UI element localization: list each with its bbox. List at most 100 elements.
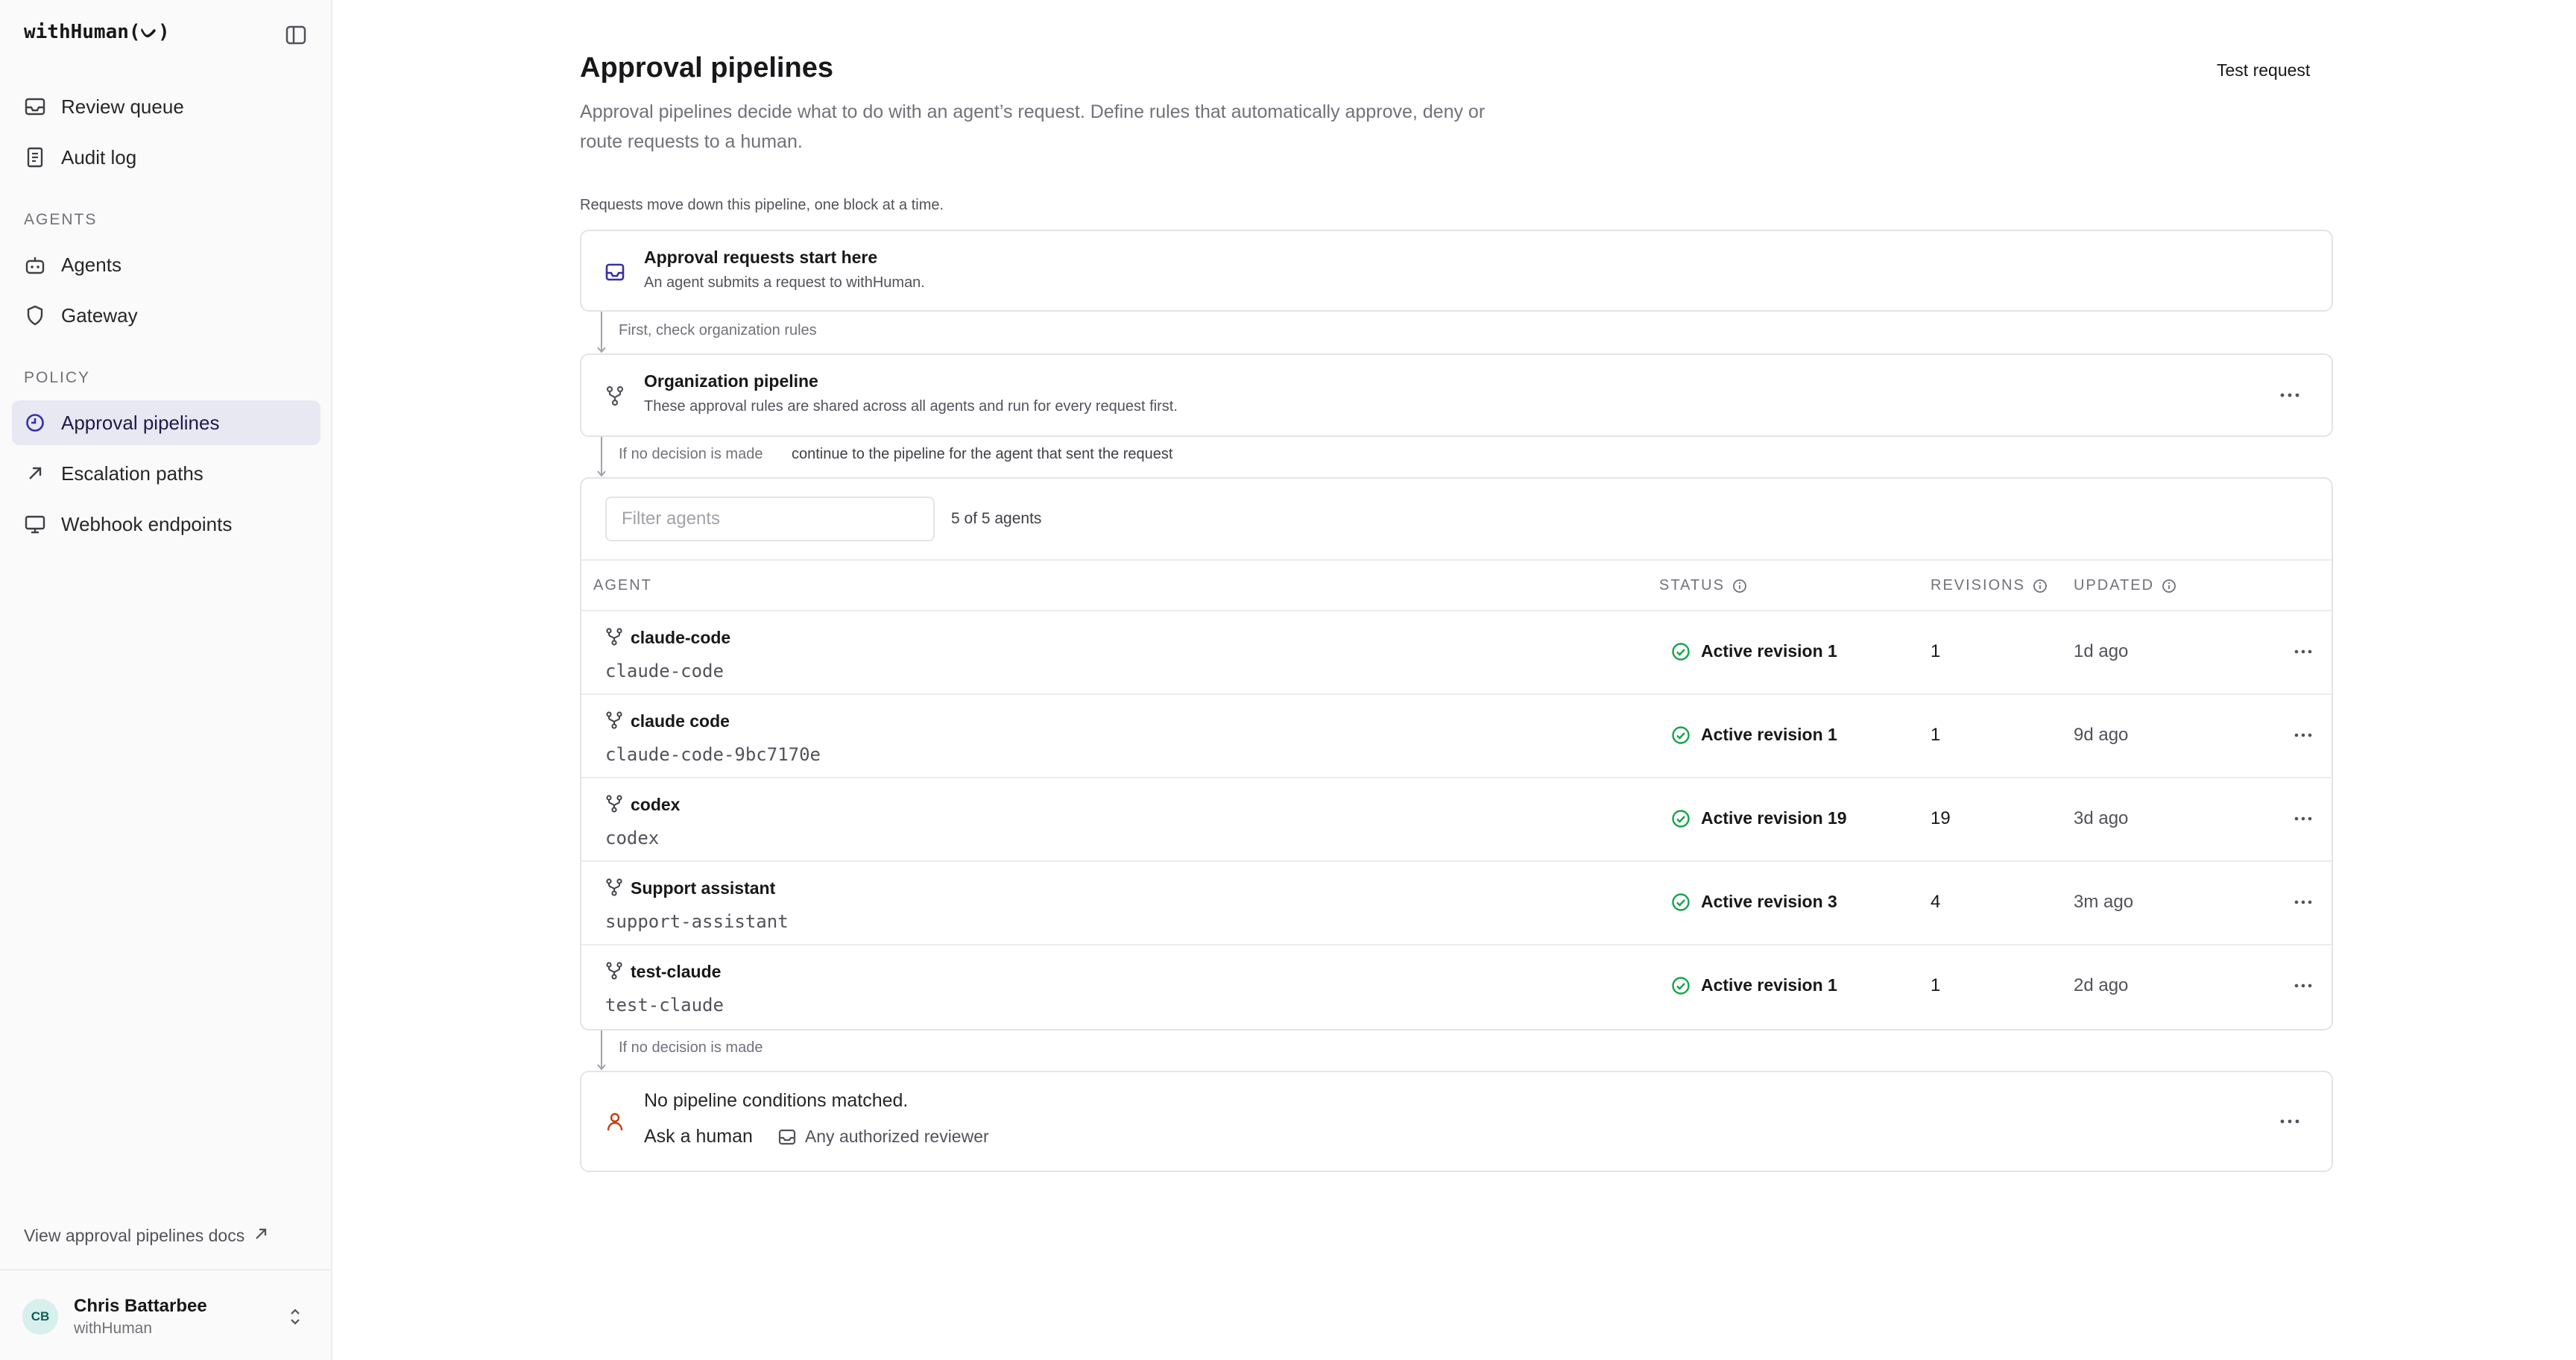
- reviewer-label: Any authorized reviewer: [804, 1127, 989, 1146]
- agent-name[interactable]: codex: [631, 795, 680, 815]
- reviewer-badge: Any authorized reviewer: [778, 1127, 989, 1147]
- updated-time: 2d ago: [2074, 975, 2129, 995]
- table-row[interactable]: Support assistant support-assistant Acti…: [581, 862, 2332, 945]
- updated-time: 3d ago: [2074, 808, 2129, 828]
- org-pipeline-title: Organization pipeline: [644, 371, 818, 391]
- connector-condition: If no decision is made: [619, 446, 763, 462]
- table-row[interactable]: codex codex Active revision 19 19 3d ago: [581, 778, 2332, 862]
- more-options-icon[interactable]: [2288, 971, 2318, 1001]
- status-label: Active revision 1: [1701, 641, 1837, 661]
- branch-icon: [606, 962, 622, 980]
- check-circle-icon: [1672, 725, 1690, 744]
- page-title: Approval pipelines: [580, 52, 833, 84]
- agent-name[interactable]: Support assistant: [631, 878, 775, 898]
- table-header: AGENT STATUS REVISIONS UPDATED: [581, 559, 2332, 611]
- filter-agents-input[interactable]: [605, 497, 935, 541]
- sidebar: withHuman(ᨆ) Review queue Audit log AGEN…: [0, 0, 332, 1360]
- more-options-icon[interactable]: [2275, 1106, 2305, 1136]
- more-options-icon[interactable]: [2288, 637, 2318, 667]
- branch-icon: [606, 878, 622, 896]
- agent-name[interactable]: claude code: [631, 711, 730, 731]
- branch-icon: [604, 385, 626, 407]
- docs-link-label: View approval pipelines docs: [24, 1226, 245, 1245]
- start-card: Approval requests start here An agent su…: [580, 230, 2333, 312]
- sidebar-toggle-icon[interactable]: [283, 22, 309, 48]
- page-description: Approval pipelines decide what to do wit…: [580, 101, 1486, 152]
- sidebar-item-label: Escalation paths: [61, 462, 203, 485]
- column-updated: UPDATED: [2074, 577, 2176, 594]
- table-row[interactable]: test-claude test-claude Active revision …: [581, 945, 2332, 1029]
- sidebar-item-label: Audit log: [61, 145, 137, 169]
- sidebar-item-label: Approval pipelines: [61, 411, 220, 434]
- arrow-down-icon: [597, 1064, 606, 1071]
- app-logo[interactable]: withHuman(ᨆ): [24, 21, 170, 44]
- sidebar-item-label: Agents: [61, 253, 121, 276]
- user-menu[interactable]: CB Chris Battarbee withHuman: [0, 1269, 331, 1360]
- updated-time: 3m ago: [2074, 892, 2134, 912]
- updated-time: 9d ago: [2074, 725, 2129, 745]
- org-pipeline-card[interactable]: Organization pipeline These approval rul…: [580, 353, 2333, 437]
- section-label-policy: POLICY: [24, 369, 91, 386]
- table-row[interactable]: claude code claude-code-9bc7170e Active …: [581, 695, 2332, 778]
- shield-icon: [24, 304, 46, 327]
- revision-count: 1: [1931, 641, 1941, 661]
- fallback-action: Ask a human: [644, 1126, 753, 1147]
- branch-icon: [606, 711, 622, 729]
- fallback-card[interactable]: No pipeline conditions matched. Ask a hu…: [580, 1071, 2333, 1172]
- inbox-icon: [24, 95, 46, 118]
- agents-table-card: 5 of 5 agents AGENT STATUS REVISIONS UPD…: [580, 477, 2333, 1030]
- inbox-icon: [604, 261, 626, 283]
- sidebar-item-gateway[interactable]: Gateway: [12, 293, 321, 338]
- connector-label: First, check organization rules: [619, 322, 817, 339]
- docs-link[interactable]: View approval pipelines docs: [24, 1226, 268, 1246]
- table-row[interactable]: claude-code claude-code Active revision …: [581, 611, 2332, 695]
- sidebar-item-escalation-paths[interactable]: Escalation paths: [12, 451, 321, 496]
- updated-time: 1d ago: [2074, 641, 2129, 661]
- sidebar-item-webhook-endpoints[interactable]: Webhook endpoints: [12, 502, 321, 547]
- fallback-action-row: Ask a human Any authorized reviewer: [644, 1126, 989, 1148]
- sidebar-item-label: Gateway: [61, 303, 138, 327]
- sidebar-item-agents[interactable]: Agents: [12, 242, 321, 287]
- flow-hint: Requests move down this pipeline, one bl…: [580, 197, 944, 213]
- external-link-icon: [253, 1226, 268, 1246]
- status-badge: Active revision 1: [1671, 975, 1837, 995]
- agent-name[interactable]: test-claude: [631, 962, 721, 982]
- column-status: STATUS: [1659, 577, 1747, 594]
- more-options-icon[interactable]: [2288, 720, 2318, 750]
- info-icon[interactable]: [2162, 579, 2176, 594]
- arrow-up-right-icon: [24, 462, 46, 485]
- sidebar-item-audit-log[interactable]: Audit log: [12, 135, 321, 180]
- sidebar-item-approval-pipelines[interactable]: Approval pipelines: [12, 400, 321, 445]
- avatar: CB: [22, 1299, 58, 1335]
- inbox-icon: [778, 1129, 796, 1145]
- agent-name[interactable]: claude-code: [631, 628, 730, 648]
- sidebar-item-label: Webhook endpoints: [61, 512, 233, 535]
- status-badge: Active revision 19: [1671, 808, 1847, 828]
- agent-slug: claude-code: [605, 661, 724, 681]
- info-icon[interactable]: [2033, 579, 2048, 594]
- revision-count: 19: [1931, 808, 1951, 828]
- agent-slug: codex: [605, 828, 660, 849]
- status-label: Active revision 3: [1701, 892, 1837, 911]
- branch-icon: [606, 628, 622, 646]
- document-icon: [24, 146, 46, 169]
- more-options-icon[interactable]: [2288, 804, 2318, 834]
- arrow-down-icon: [597, 470, 606, 477]
- check-circle-icon: [1672, 809, 1690, 828]
- agent-slug: claude-code-9bc7170e: [605, 744, 821, 765]
- user-name: Chris Battarbee: [74, 1296, 207, 1316]
- test-request-button[interactable]: Test request: [2199, 54, 2328, 86]
- monitor-icon: [24, 513, 46, 535]
- check-circle-icon: [1672, 642, 1690, 661]
- info-icon[interactable]: [1732, 579, 1747, 594]
- connector-line: [601, 312, 602, 350]
- revision-count: 1: [1931, 725, 1941, 745]
- status-label: Active revision 1: [1701, 975, 1837, 995]
- status-badge: Active revision 1: [1671, 641, 1837, 661]
- agent-count: 5 of 5 agents: [951, 510, 1042, 527]
- sidebar-item-review-queue[interactable]: Review queue: [12, 84, 321, 129]
- chevron-up-down-icon[interactable]: [288, 1306, 303, 1331]
- revision-count: 4: [1931, 892, 1941, 912]
- more-options-icon[interactable]: [2288, 887, 2318, 917]
- more-options-icon[interactable]: [2275, 380, 2305, 410]
